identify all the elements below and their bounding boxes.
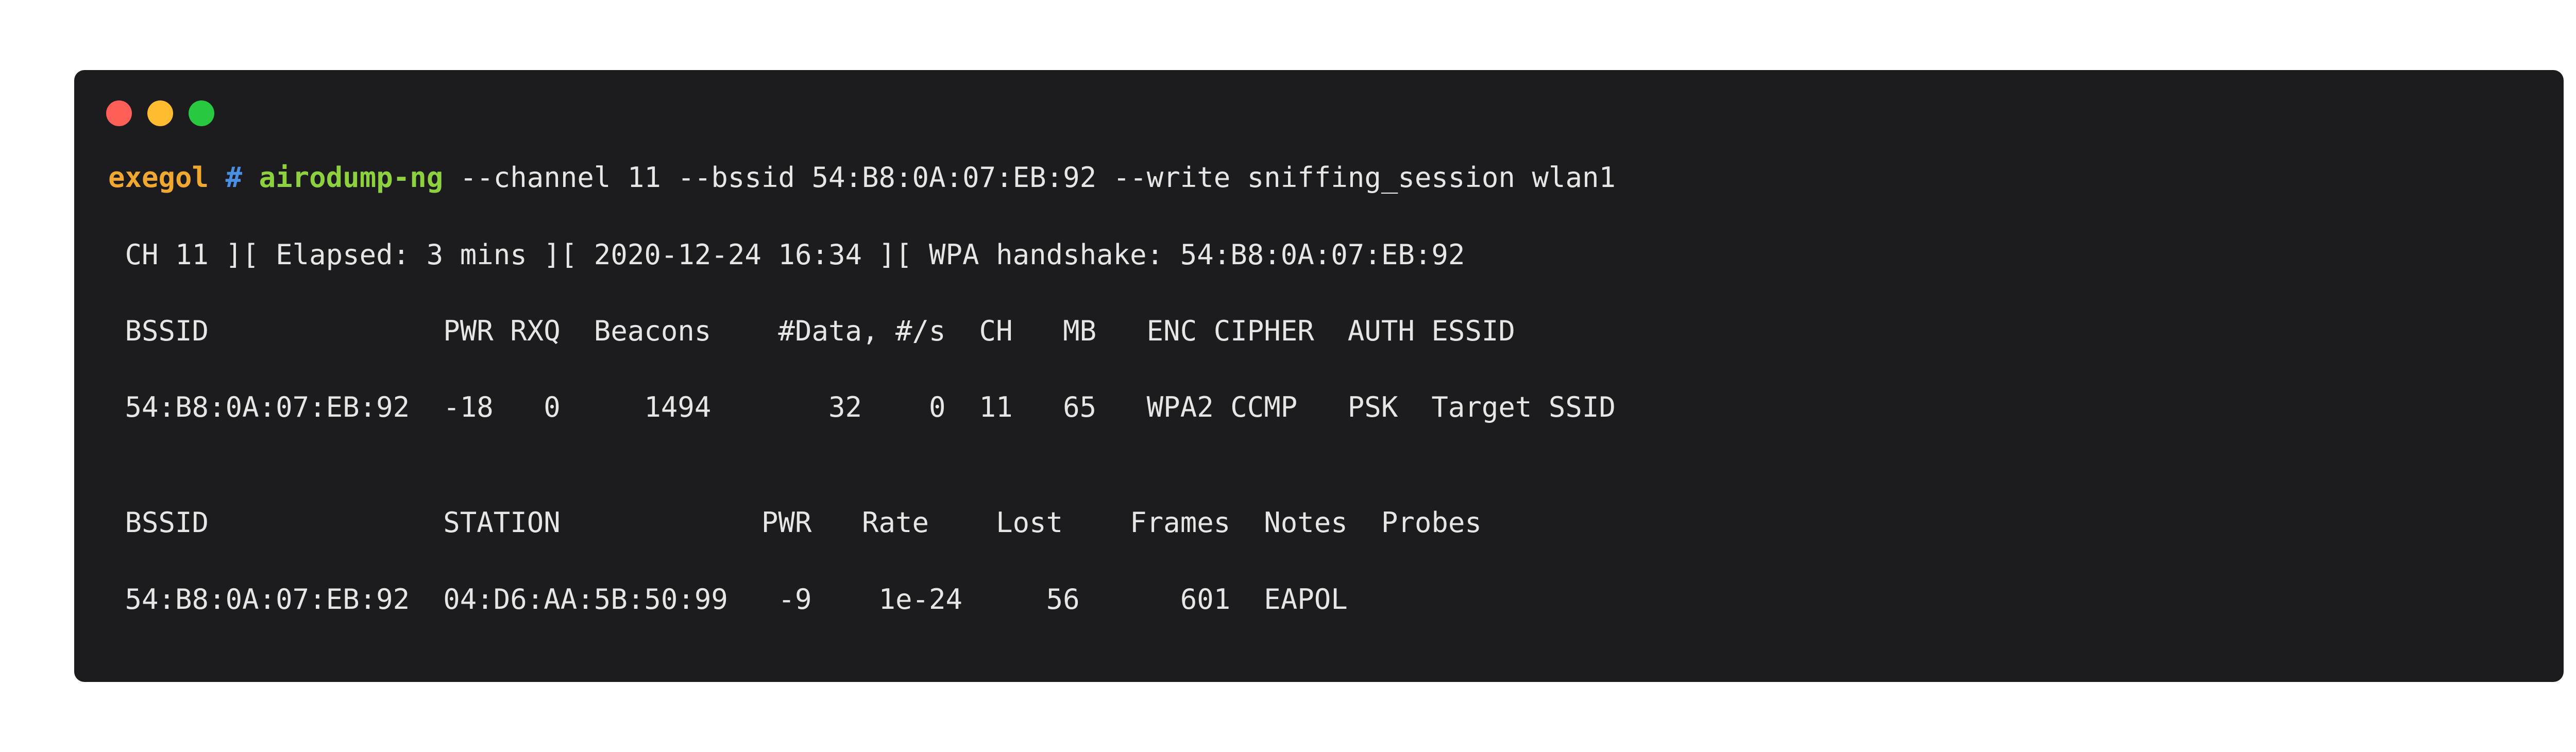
ap-table-row: 54:B8:0A:07:EB:92 -18 0 1494 32 0 11 65 … [108, 391, 1616, 423]
terminal-content[interactable]: exegol # airodump-ng --channel 11 --bssi… [108, 70, 1616, 616]
command-name: airodump-ng [259, 161, 444, 194]
status-line: CH 11 ][ Elapsed: 3 mins ][ 2020-12-24 1… [108, 238, 1465, 271]
maximize-button[interactable] [189, 100, 214, 126]
prompt-user: exegol [108, 161, 209, 194]
station-table-row: 54:B8:0A:07:EB:92 04:D6:AA:5B:50:99 -9 1… [108, 583, 1348, 616]
prompt-symbol: # [225, 161, 243, 194]
command-args: --channel 11 --bssid 54:B8:0A:07:EB:92 -… [443, 161, 1616, 194]
terminal-window: exegol # airodump-ng --channel 11 --bssi… [74, 70, 2564, 682]
command-line: exegol # airodump-ng --channel 11 --bssi… [108, 160, 1616, 196]
ap-table-header: BSSID PWR RXQ Beacons #Data, #/s CH MB E… [108, 315, 1515, 347]
station-table-header: BSSID STATION PWR Rate Lost Frames Notes… [108, 506, 1482, 539]
